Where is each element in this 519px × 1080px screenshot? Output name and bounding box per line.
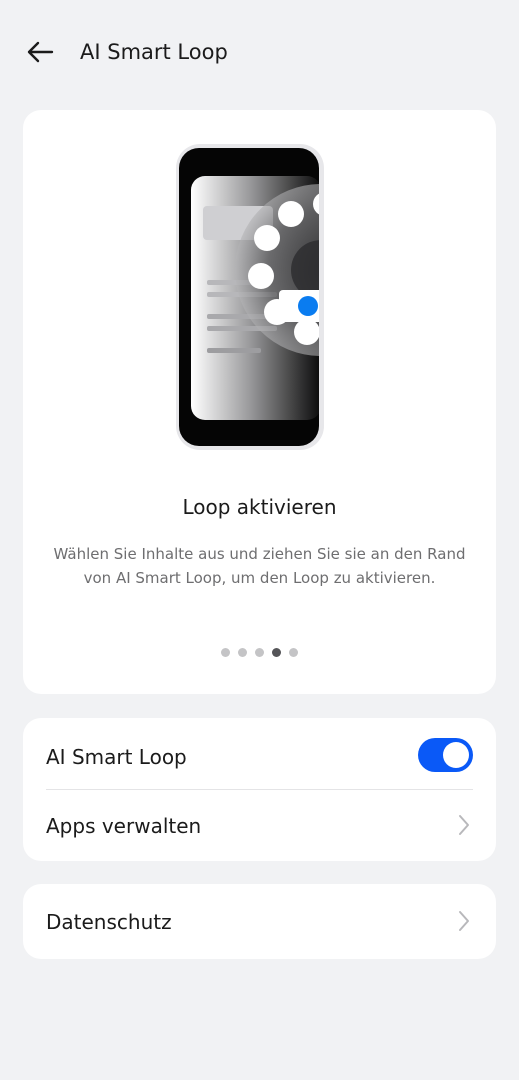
arrow-left-icon xyxy=(27,41,54,63)
page-dot xyxy=(255,648,264,657)
page-dot xyxy=(289,648,298,657)
intro-description: Wählen Sie Inhalte aus und ziehen Sie si… xyxy=(53,545,466,587)
manage-apps-label: Apps verwalten xyxy=(46,814,202,838)
page-indicator xyxy=(23,648,496,657)
ai-smart-loop-row: AI Smart Loop xyxy=(23,718,496,790)
toggle-knob xyxy=(443,742,469,768)
privacy-label: Datenschutz xyxy=(46,910,172,934)
chevron-right-icon xyxy=(459,911,469,931)
page-dot xyxy=(238,648,247,657)
privacy-card: Datenschutz xyxy=(23,884,496,959)
phone-loop-illustration xyxy=(173,142,345,454)
intro-title: Loop aktivieren xyxy=(182,495,337,519)
chevron-right-icon xyxy=(459,815,469,835)
privacy-row[interactable]: Datenschutz xyxy=(23,884,496,959)
ai-smart-loop-toggle[interactable] xyxy=(418,738,473,772)
header: AI Smart Loop xyxy=(0,0,519,104)
intro-card: Loop aktivieren Wählen Sie Inhalte aus u… xyxy=(23,110,496,694)
manage-apps-row[interactable]: Apps verwalten xyxy=(23,790,496,861)
ai-smart-loop-label: AI Smart Loop xyxy=(46,745,187,769)
page-dot xyxy=(221,648,230,657)
page-dot xyxy=(272,648,281,657)
settings-card: AI Smart Loop Apps verwalten xyxy=(23,718,496,861)
back-button[interactable] xyxy=(22,34,58,70)
page-title: AI Smart Loop xyxy=(80,40,228,64)
